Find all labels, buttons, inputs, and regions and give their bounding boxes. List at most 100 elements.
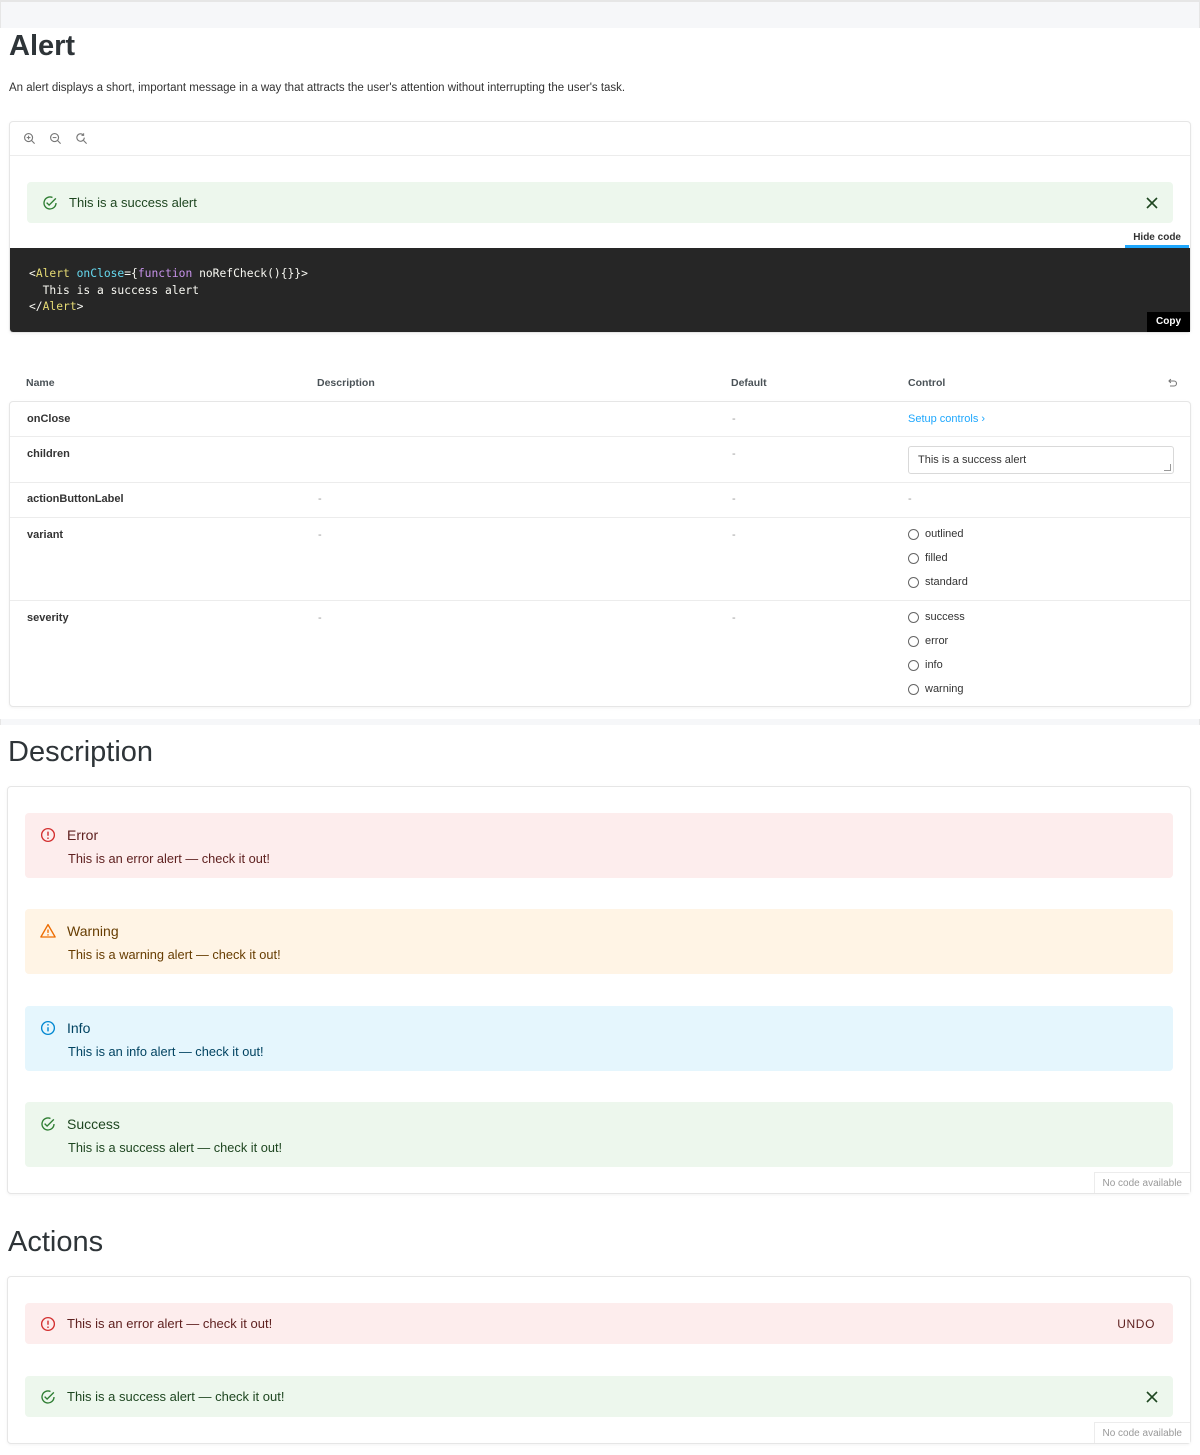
action-error-alert: This is an error alert — check it out! U… (25, 1303, 1173, 1344)
arg-control: - (908, 493, 912, 505)
preview-alert-text: This is a success alert (69, 195, 197, 210)
story-preview: This is a success alert Hide code <Alert… (9, 121, 1191, 333)
action-error-message: This is an error alert — check it out! (67, 1316, 273, 1331)
arg-name-actionbuttonlabel: actionButtonLabel (27, 493, 124, 505)
arg-default: - (732, 529, 736, 541)
no-code-available: No code available (1093, 1172, 1190, 1193)
arg-name-children: children (27, 448, 70, 460)
warning-triangle-icon (39, 922, 57, 940)
no-code-available: No code available (1093, 1422, 1190, 1443)
row-divider (10, 600, 1190, 601)
top-strip (0, 0, 1200, 28)
setup-controls-link[interactable]: Setup controls › (908, 413, 985, 425)
code-tag: Alert (35, 267, 70, 280)
info-outline-icon (39, 1019, 57, 1037)
success-alert: Success This is a success alert — check … (25, 1102, 1173, 1167)
code-keyword: function (137, 267, 193, 280)
arg-default: - (732, 612, 736, 624)
radio-variant-filled[interactable]: filled (908, 552, 948, 564)
radio-label: success (925, 611, 965, 623)
arg-default: - (732, 493, 736, 505)
close-icon[interactable] (1145, 1390, 1159, 1404)
success-check-icon (41, 194, 59, 212)
radio-severity-info[interactable]: info (908, 659, 943, 671)
actions-story: This is an error alert — check it out! U… (7, 1276, 1191, 1444)
radio-label: error (925, 635, 949, 647)
radio-severity-success[interactable]: success (908, 611, 965, 623)
args-table: onClose - Setup controls › children - Th… (9, 401, 1191, 707)
resize-handle-icon[interactable] (1164, 464, 1171, 471)
code-punct: </ (29, 300, 43, 313)
row-divider (10, 436, 1190, 437)
col-header-description: Description (317, 377, 375, 389)
action-success-alert: This is a success alert — check it out! (25, 1376, 1173, 1417)
action-success-message: This is a success alert — check it out! (67, 1389, 285, 1404)
col-header-name: Name (26, 377, 55, 389)
reset-zoom-icon[interactable] (74, 132, 88, 146)
info-alert-message: This is an info alert — check it out! (68, 1044, 264, 1059)
radio-variant-standard[interactable]: standard (908, 576, 968, 588)
code-punct: < (29, 267, 36, 280)
hide-code-button[interactable]: Hide code (1125, 229, 1189, 248)
info-alert-title: Info (67, 1020, 91, 1036)
code-line: This is a success alert (29, 283, 200, 297)
radio-label: info (925, 659, 943, 671)
success-alert-title: Success (67, 1116, 120, 1132)
radio-dot[interactable] (908, 659, 919, 671)
radio-dot[interactable] (908, 635, 919, 647)
preview-toolbar (10, 122, 1190, 156)
radio-label: outlined (925, 528, 964, 540)
arg-name-severity: severity (27, 612, 69, 624)
radio-label: warning (925, 683, 964, 695)
radio-dot[interactable] (908, 611, 919, 623)
page-title: Alert (9, 30, 76, 62)
code-punct: > (76, 300, 84, 313)
children-value: This is a success alert (918, 454, 1027, 466)
row-divider (10, 517, 1190, 518)
success-check-icon (39, 1115, 57, 1133)
arg-name-onclose: onClose (27, 413, 71, 425)
copy-button[interactable]: Copy (1147, 312, 1190, 332)
arg-default: - (732, 448, 736, 460)
error-alert: Error This is an error alert — check it … (25, 813, 1173, 878)
info-alert: Info This is an info alert — check it ou… (25, 1006, 1173, 1071)
warning-alert-message: This is a warning alert — check it out! (68, 947, 281, 962)
arg-description: - (318, 493, 322, 505)
radio-dot[interactable] (908, 552, 919, 564)
code-attr: onClose (69, 267, 125, 280)
radio-severity-error[interactable]: error (908, 635, 948, 647)
code-token: <Alert onClose={function noRefCheck(){}}… (29, 267, 308, 280)
arg-name-variant: variant (27, 529, 64, 541)
zoom-out-icon[interactable] (48, 132, 62, 146)
close-icon[interactable] (1145, 196, 1159, 210)
undo-icon[interactable] (1166, 377, 1178, 389)
undo-button[interactable]: UNDO (1117, 1317, 1155, 1331)
section-title-description: Description (8, 736, 154, 768)
warning-alert: Warning This is a warning alert — check … (25, 909, 1173, 974)
radio-dot[interactable] (908, 528, 919, 540)
zoom-in-icon[interactable] (22, 132, 36, 146)
arg-description: - (318, 529, 322, 541)
preview-success-alert: This is a success alert (27, 182, 1173, 223)
success-check-icon (39, 1388, 57, 1406)
radio-variant-outlined[interactable]: outlined (908, 528, 964, 540)
row-divider (10, 482, 1190, 483)
radio-dot[interactable] (908, 683, 919, 695)
radio-label: filled (925, 552, 948, 564)
error-outline-icon (39, 1315, 57, 1333)
col-header-default: Default (731, 377, 767, 389)
warning-alert-title: Warning (67, 923, 119, 939)
col-header-control: Control (908, 377, 946, 389)
arg-default: - (732, 413, 736, 425)
error-outline-icon (39, 826, 57, 844)
section-separator (0, 719, 1200, 725)
code-snippet: <Alert onClose={function noRefCheck(){}}… (10, 248, 1190, 332)
code-rest: noRefCheck(){}}> (192, 267, 308, 280)
children-textarea[interactable]: This is a success alert (908, 446, 1174, 474)
description-story: Error This is an error alert — check it … (7, 786, 1191, 1194)
error-alert-title: Error (67, 827, 99, 843)
success-alert-message: This is a success alert — check it out! (68, 1140, 283, 1155)
arg-description: - (318, 612, 322, 624)
radio-dot[interactable] (908, 576, 919, 588)
radio-severity-warning[interactable]: warning (908, 683, 964, 695)
